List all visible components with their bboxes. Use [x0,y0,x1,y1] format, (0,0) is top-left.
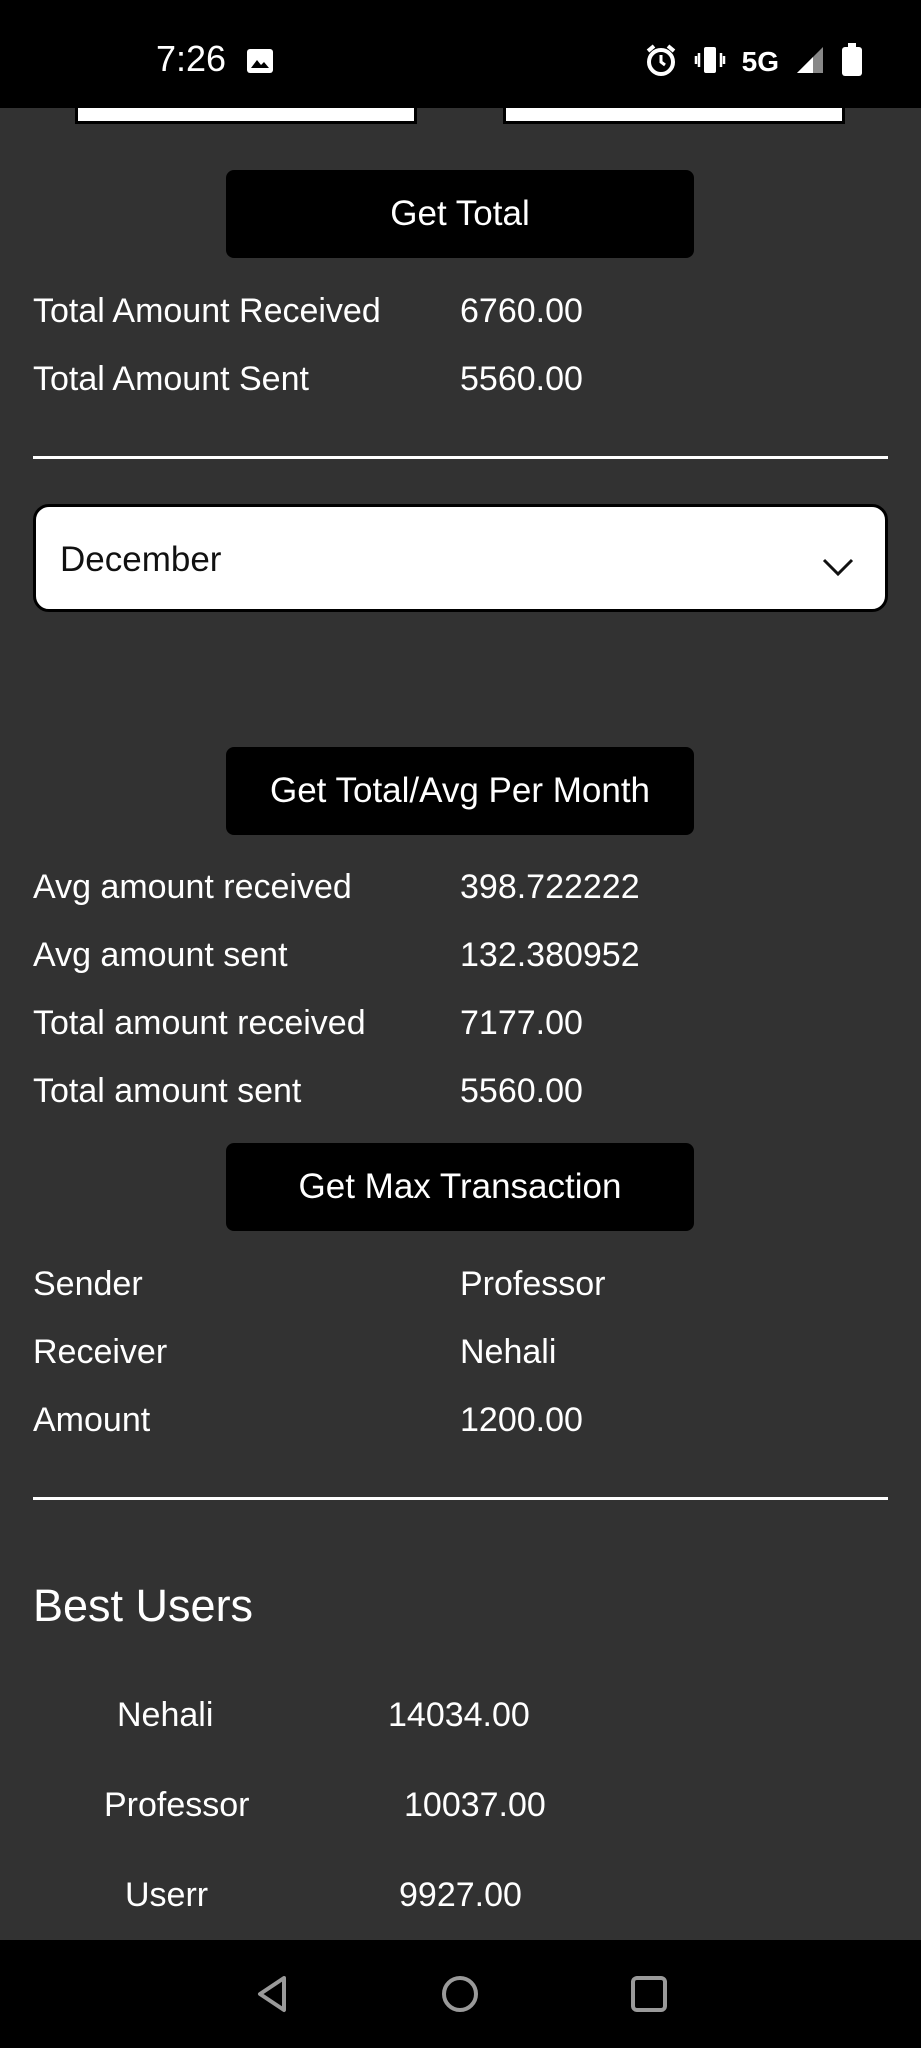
recents-icon[interactable] [627,1972,671,2016]
month-dropdown[interactable]: December [33,504,888,612]
navigation-bar [0,1940,921,2048]
best-user-name: Userr [125,1876,209,1914]
best-user-amount: 14034.00 [388,1696,530,1734]
status-icons: 5G [644,42,863,82]
total-received-label: Total Amount Received [33,292,381,330]
back-icon[interactable] [250,1972,294,2016]
end-date-field[interactable] [503,108,845,124]
best-user-name: Nehali [117,1696,214,1734]
alarm-icon [644,43,678,82]
total-sent-label: Total Amount Sent [33,360,309,398]
month-dropdown-value: December [60,540,222,579]
total-received-value: 6760.00 [460,292,583,330]
status-bar: 7:26 5G [0,0,921,108]
get-max-transaction-button[interactable]: Get Max Transaction [226,1143,694,1231]
sender-value: Professor [460,1265,606,1303]
status-time: 7:26 [156,38,227,79]
battery-icon [841,42,863,82]
receiver-label: Receiver [33,1333,168,1371]
divider [33,1497,888,1500]
amount-value: 1200.00 [460,1401,583,1439]
month-total-received-label: Total amount received [33,1004,366,1042]
month-total-received-value: 7177.00 [460,1004,583,1042]
vibrate-icon [694,44,726,81]
best-users-title: Best Users [33,1580,254,1631]
best-user-amount: 9927.00 [399,1876,522,1914]
divider [33,456,888,459]
avg-received-label: Avg amount received [33,868,352,906]
receiver-value: Nehali [460,1333,557,1371]
sender-label: Sender [33,1265,143,1303]
start-date-field[interactable] [75,108,417,124]
total-sent-value: 5560.00 [460,360,583,398]
chevron-down-icon [821,547,855,577]
avg-sent-value: 132.380952 [460,936,640,974]
amount-label: Amount [33,1401,151,1439]
get-total-avg-per-month-button[interactable]: Get Total/Avg Per Month [226,747,694,835]
image-icon [246,48,274,79]
avg-received-value: 398.722222 [460,868,640,906]
get-total-button[interactable]: Get Total [226,170,694,258]
main-content[interactable]: Get Total Total Amount Received 6760.00 … [0,108,921,1940]
avg-sent-label: Avg amount sent [33,936,288,974]
best-user-name: Professor [104,1786,250,1824]
month-total-sent-value: 5560.00 [460,1072,583,1110]
network-type: 5G [741,46,779,77]
home-icon[interactable] [438,1972,482,2016]
month-total-sent-label: Total amount sent [33,1072,302,1110]
best-user-amount: 10037.00 [404,1786,546,1824]
signal-icon [795,45,825,80]
